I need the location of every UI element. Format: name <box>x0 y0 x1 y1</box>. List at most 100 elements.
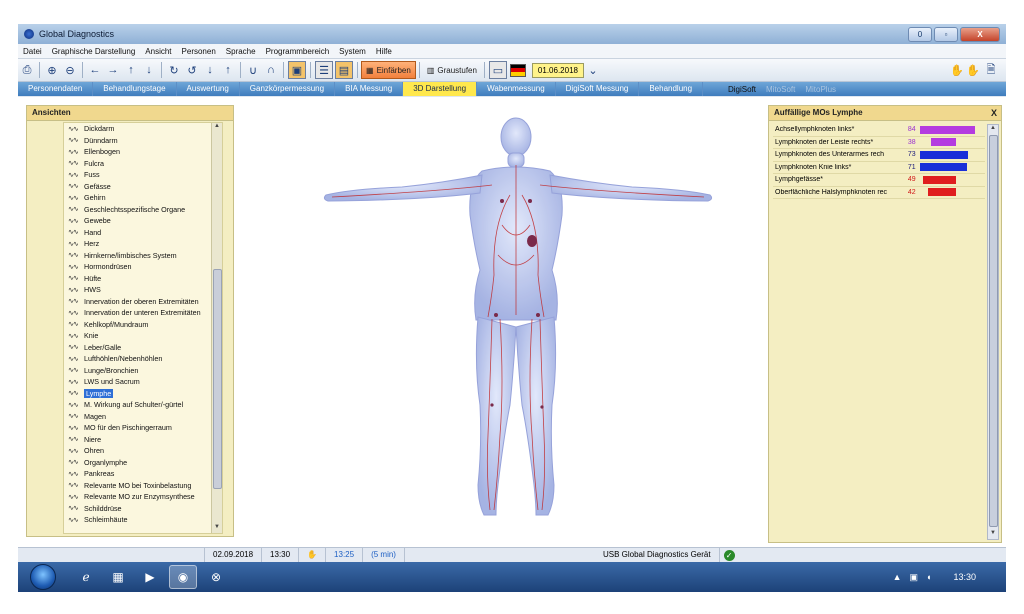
detail-view-icon[interactable]: ▤ <box>335 61 353 79</box>
tab-mitoplus[interactable]: MitoPlus <box>805 85 836 94</box>
move-up-icon[interactable]: ↑ <box>220 62 236 78</box>
close-button[interactable]: X <box>960 27 1000 42</box>
list-item[interactable]: ∿∿ Relevante MO bei Toxinbelastung <box>64 480 222 492</box>
minimize-button[interactable]: 0 <box>908 27 932 42</box>
tab-mitosoft[interactable]: MitoSoft <box>766 85 795 94</box>
document-search-icon[interactable]: 🗎 <box>983 62 999 78</box>
menu-graphische-darstellung[interactable]: Graphische Darstellung <box>47 47 141 56</box>
list-item[interactable]: ∿∿ Lymphe <box>64 388 222 400</box>
taskbar-clock[interactable]: 13:30 <box>953 572 976 582</box>
menu-programmbereich[interactable]: Programmbereich <box>261 47 335 56</box>
tilt-forward-icon[interactable]: ∪ <box>245 62 261 78</box>
list-item[interactable]: ∿∿ Gewebe <box>64 215 222 227</box>
list-item[interactable]: ∿∿ Schleimhäute <box>64 514 222 526</box>
scroll-up-icon[interactable]: ▲ <box>988 125 998 134</box>
list-item[interactable]: ∿∿ Hormondrüsen <box>64 261 222 273</box>
list-item[interactable]: ∿∿ Hirnkerne/limbisches System <box>64 250 222 262</box>
zoom-out-icon[interactable]: ⊖ <box>62 62 78 78</box>
chevron-down-icon[interactable]: ⌄ <box>585 62 601 78</box>
menu-hilfe[interactable]: Hilfe <box>371 47 397 56</box>
date-field[interactable]: 01.06.2018 <box>531 62 584 78</box>
global-diagnostics-taskbar-icon[interactable]: ◉ <box>169 565 197 589</box>
rotate-left-icon[interactable]: ↺ <box>184 62 200 78</box>
3d-body-viewer[interactable] <box>242 105 754 535</box>
menu-datei[interactable]: Datei <box>18 47 47 56</box>
list-item[interactable]: ∿∿ Hand <box>64 227 222 239</box>
mo-scrollbar[interactable]: ▲ ▼ <box>987 124 999 540</box>
list-item[interactable]: ∿∿ Kehlkopf/Mundraum <box>64 319 222 331</box>
network-icon[interactable]: ▣ <box>910 572 919 583</box>
mo-row[interactable]: Lymphknoten der Leiste rechts* 38 <box>773 137 985 149</box>
list-view-icon[interactable]: ☰ <box>315 61 333 79</box>
list-item[interactable]: ∿∿ Hüfte <box>64 273 222 285</box>
mo-row[interactable]: Oberflächliche Halslymphknoten rec 42 <box>773 187 985 199</box>
start-button[interactable] <box>30 564 56 590</box>
tab-behandlung[interactable]: Behandlung <box>639 82 704 96</box>
tab-digisoft-messung[interactable]: DigiSoft Messung <box>556 82 640 96</box>
tray-arrow-icon[interactable]: ▲ <box>893 572 902 582</box>
list-item[interactable]: ∿∿ M. Wirkung auf Schulter/-gürtel <box>64 399 222 411</box>
tab-3d-darstellung[interactable]: 3D Darstellung <box>403 82 478 96</box>
mo-row[interactable]: Lymphgefässe* 49 <box>773 174 985 187</box>
scroll-down-icon[interactable]: ▼ <box>988 530 998 539</box>
arrow-up-icon[interactable]: ↑ <box>123 62 139 78</box>
app-taskbar-icon[interactable]: ⊗ <box>203 566 229 588</box>
ansichten-scrollbar[interactable]: ▲ ▼ <box>211 123 222 533</box>
menu-personen[interactable]: Personen <box>177 47 221 56</box>
rotate-right-icon[interactable]: ↻ <box>166 62 182 78</box>
menu-sprache[interactable]: Sprache <box>221 47 261 56</box>
tab-bia-messung[interactable]: BIA Messung <box>335 82 404 96</box>
list-item[interactable]: ∿∿ Niere <box>64 434 222 446</box>
ansichten-list[interactable]: ▲ ▼ ∿∿ Dickdarm ∿∿ Dünndarm ∿∿ Ellenbogen ∿∿ Fu… <box>63 122 223 534</box>
list-item[interactable]: ∿∿ Herz <box>64 238 222 250</box>
panel-close-button[interactable]: X <box>991 106 997 120</box>
list-item[interactable]: ∿∿ Dickdarm <box>64 123 222 135</box>
list-item[interactable]: ∿∿ Lunge/Bronchien <box>64 365 222 377</box>
arrow-down-icon[interactable]: ↓ <box>141 62 157 78</box>
tab-wabenmessung[interactable]: Wabenmessung <box>477 82 556 96</box>
list-item[interactable]: ∿∿ Ohren <box>64 445 222 457</box>
graustufen-button[interactable]: ▥ Graustufen <box>423 62 481 78</box>
list-item[interactable]: ∿∿ Leber/Galle <box>64 342 222 354</box>
list-item[interactable]: ∿∿ Schilddrüse <box>64 503 222 515</box>
internet-explorer-icon[interactable]: ℯ <box>73 566 99 588</box>
arrow-right-icon[interactable]: → <box>105 62 121 78</box>
list-item[interactable]: ∿∿ Dünndarm <box>64 135 222 147</box>
volume-icon[interactable]: ◖ <box>926 572 931 582</box>
list-item[interactable]: ∿∿ Gefässe <box>64 181 222 193</box>
menu-system[interactable]: System <box>334 47 371 56</box>
hand-green-icon[interactable]: ✋ <box>949 62 965 78</box>
menu-ansicht[interactable]: Ansicht <box>140 47 176 56</box>
tab-behandlungstage[interactable]: Behandlungstage <box>93 82 177 96</box>
maximize-button[interactable]: ▫ <box>934 27 958 42</box>
list-item[interactable]: ∿∿ Organlymphe <box>64 457 222 469</box>
scrollbar-thumb[interactable] <box>989 135 998 527</box>
mo-row[interactable]: Achsellymphknoten links* 84 <box>773 124 985 137</box>
list-item[interactable]: ∿∿ Fulcra <box>64 158 222 170</box>
arrow-left-icon[interactable]: ← <box>87 62 103 78</box>
move-down-icon[interactable]: ↓ <box>202 62 218 78</box>
list-item[interactable]: ∿∿ Gehirn <box>64 192 222 204</box>
zoom-in-icon[interactable]: ⊕ <box>44 62 60 78</box>
mo-row[interactable]: Lymphknoten des Unterarmes rech 73 <box>773 149 985 162</box>
list-item[interactable]: ∿∿ Lufthöhlen/Nebenhöhlen <box>64 353 222 365</box>
einfaerben-button[interactable]: ▦ Einfärben <box>361 61 416 79</box>
list-item[interactable]: ∿∿ Innervation der oberen Extremitäten <box>64 296 222 308</box>
print-icon[interactable]: ⎙ <box>19 62 35 78</box>
list-item[interactable]: ∿∿ LWS und Sacrum <box>64 376 222 388</box>
list-item[interactable]: ∿∿ Magen <box>64 411 222 423</box>
scroll-up-icon[interactable]: ▲ <box>212 123 222 132</box>
list-item[interactable]: ∿∿ HWS <box>64 284 222 296</box>
list-item[interactable]: ∿∿ Fuss <box>64 169 222 181</box>
tab-ganzkoerpermessung[interactable]: Ganzkörpermessung <box>240 82 336 96</box>
list-item[interactable]: ∿∿ Pankreas <box>64 468 222 480</box>
list-item[interactable]: ∿∿ Geschlechtsspezifische Organe <box>64 204 222 216</box>
list-item[interactable]: ∿∿ Ellenbogen <box>64 146 222 158</box>
list-item[interactable]: ∿∿ Knie <box>64 330 222 342</box>
hand-red-icon[interactable]: ✋ <box>965 62 981 78</box>
frame-view-icon[interactable]: ▣ <box>288 61 306 79</box>
media-player-icon[interactable]: ▶ <box>137 566 163 588</box>
list-item[interactable]: ∿∿ MO für den Pischingerraum <box>64 422 222 434</box>
german-flag-icon[interactable] <box>509 63 526 77</box>
tab-personendaten[interactable]: Personendaten <box>18 82 94 96</box>
